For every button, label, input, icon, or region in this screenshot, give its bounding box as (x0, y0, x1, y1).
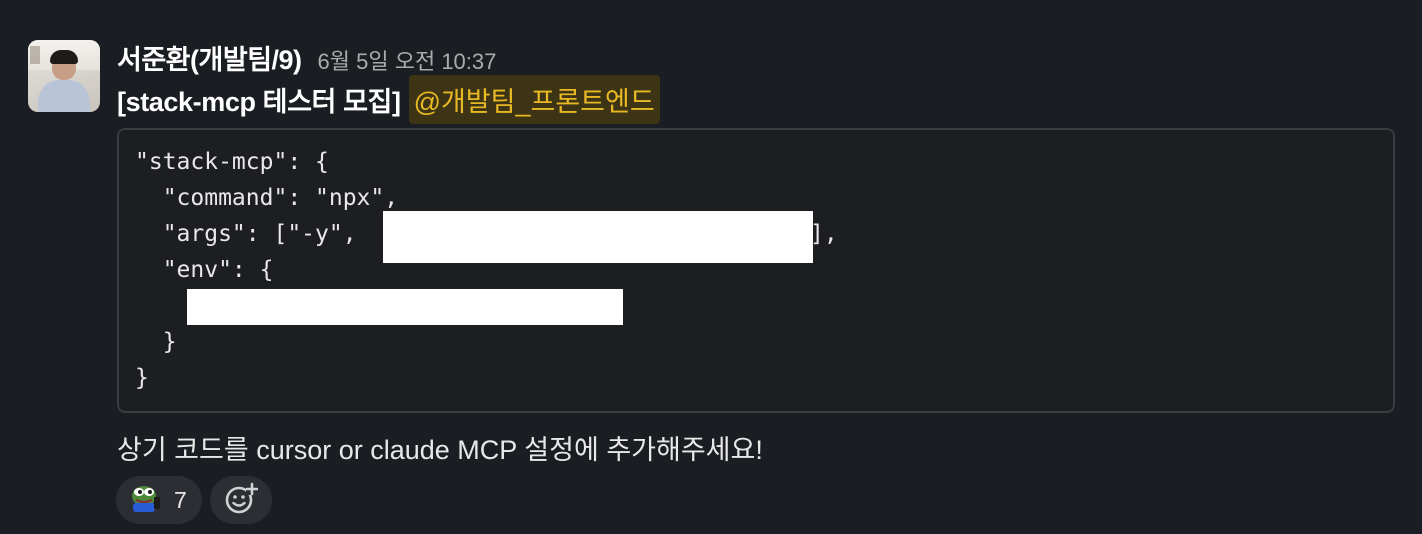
reaction-pill[interactable]: 7 (116, 476, 202, 524)
group-mention[interactable]: @개발팀_프론트엔드 (408, 74, 660, 124)
code-block: "stack-mcp": { "command": "npx", "args":… (117, 128, 1395, 413)
sender-name[interactable]: 서준환(개발팀/9) (117, 38, 302, 77)
avatar[interactable] (28, 40, 100, 112)
code-line: "env": { (135, 257, 274, 283)
message-title: [stack-mcp 테스터 모집] (117, 86, 401, 117)
code-line-args-suffix: ], (810, 221, 838, 247)
code-line: } (135, 365, 149, 391)
add-reaction-button[interactable] (210, 476, 272, 524)
reactions-bar: 7 (116, 476, 272, 524)
message: 서준환(개발팀/9) 6월 5일 오전 10:37 [stack-mcp 테스터… (0, 0, 1422, 534)
message-header: 서준환(개발팀/9) 6월 5일 오전 10:37 (117, 38, 497, 77)
reaction-count: 7 (174, 486, 187, 513)
message-body: 상기 코드를 cursor or claude MCP 설정에 추가해주세요! (117, 435, 763, 465)
pepe-frog-icon (130, 483, 162, 518)
code-line: } (135, 329, 177, 355)
code-line: "command": "npx", (135, 185, 399, 211)
redacted-args (383, 211, 813, 263)
redacted-env (187, 289, 623, 325)
timestamp[interactable]: 6월 5일 오전 10:37 (318, 44, 497, 76)
code-line: "stack-mcp": { (135, 149, 329, 175)
add-emoji-icon (224, 481, 259, 520)
message-title-line: [stack-mcp 테스터 모집] @개발팀_프론트엔드 (117, 74, 660, 124)
code-line: "args": ["-y", (135, 221, 371, 247)
